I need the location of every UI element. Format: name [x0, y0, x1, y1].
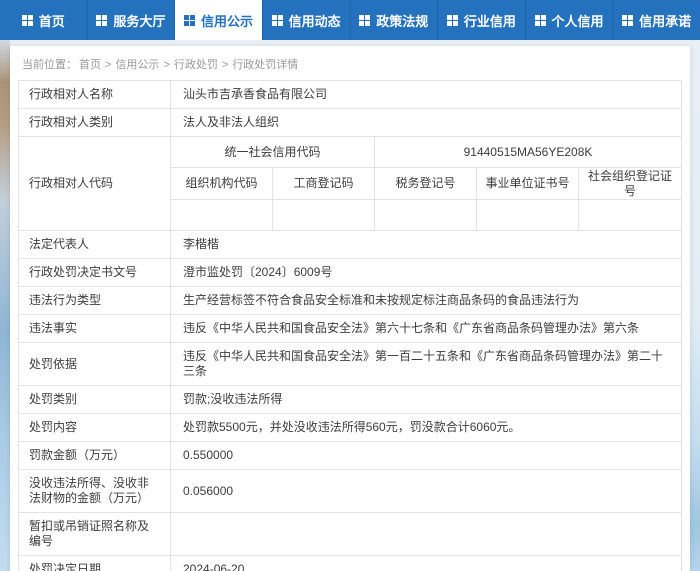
table-row: 暂扣或吊销证照名称及编号	[19, 513, 681, 556]
background-photo-strip	[0, 40, 10, 571]
nav-tab-label: 首页	[38, 13, 65, 29]
row-value: 生产经营标签不符合食品安全标准和未按规定标注商品条码的食品违法行为	[183, 293, 580, 307]
code-value-cell	[171, 199, 273, 230]
row-label: 没收违法所得、没收非法财物的金额（万元）	[19, 470, 171, 512]
row-value: 0.056000	[183, 483, 234, 498]
code-grid-row: 统一社会信用代码 91440515MA56YE208K	[171, 137, 681, 169]
content-panel: 当前位置： 首页 > 信用公示 > 行政处罚 > 行政处罚详情 行政相对人名称 汕头市吉承香食品…	[10, 46, 690, 571]
nav-tab-service-hall[interactable]: 服务大厅	[88, 0, 176, 40]
table-row: 行政处罚决定书文号 澄市监处罚〔2024〕6009号	[19, 259, 681, 287]
row-label: 行政相对人名称	[19, 81, 171, 108]
row-value: 法人及非法人组织	[183, 115, 280, 129]
table-row: 行政相对人类别 法人及非法人组织	[19, 109, 681, 137]
table-row-code: 行政相对人代码 统一社会信用代码 91440515MA56YE208K 组织机构代码工…	[19, 137, 681, 231]
nav-tab-label: 政策法规	[376, 13, 429, 29]
nav-tab-label: 服务大厅	[113, 13, 166, 29]
unified-code-value: 91440515MA56YE208K	[463, 144, 593, 159]
row-value: 李楷楷	[183, 237, 220, 251]
row-label: 违法行为类型	[19, 287, 171, 314]
nav-tab-label: 个人信用	[551, 13, 604, 29]
grid-icon	[96, 14, 107, 26]
nav-tab-industry-credit[interactable]: 行业信用	[438, 0, 526, 40]
row-label: 暂扣或吊销证照名称及编号	[19, 513, 171, 555]
table-row: 法定代表人 李楷楷	[19, 231, 681, 259]
code-value-cell	[477, 199, 579, 230]
grid-icon	[446, 14, 458, 26]
code-header-cell: 社会组织登记证号	[587, 168, 672, 198]
top-nav: 首页 服务大厅 信用公示 信用动态 政策法规 行业信用 个人信用 信用承诺	[0, 0, 700, 40]
breadcrumb-item[interactable]: 信用公示	[115, 59, 159, 71]
code-grid: 统一社会信用代码 91440515MA56YE208K 组织机构代码 工商登记码 税务登…	[171, 137, 681, 230]
table-row: 处罚依据 违反《中华人民共和国食品安全法》第一百二十五条和《广东省商品条码管理办法…	[19, 343, 681, 386]
row-value	[171, 513, 681, 555]
nav-tab-credit-commitment[interactable]: 信用承诺	[613, 0, 700, 40]
row-value: 违反《中华人民共和国食品安全法》第六十七条和《广东省商品条码管理办法》第六条	[183, 321, 640, 335]
code-header-cell: 组织机构代码	[171, 168, 273, 199]
breadcrumb-separator: >	[163, 59, 170, 71]
row-label: 行政相对人代码	[19, 137, 171, 230]
row-label: 处罚依据	[19, 343, 171, 385]
unified-code-label: 统一社会信用代码	[171, 137, 375, 168]
breadcrumb-item: 行政处罚详情	[232, 59, 299, 71]
row-label: 处罚决定日期	[19, 556, 171, 571]
breadcrumb-item[interactable]: 行政处罚	[174, 59, 218, 71]
row-value: 澄市监处罚〔2024〕6009号	[183, 265, 333, 279]
row-label: 违法事实	[19, 315, 171, 342]
row-value: 处罚款5500元，并处没收违法所得560元，罚没款合计6060元。	[183, 420, 521, 434]
grid-icon	[271, 14, 283, 26]
grid-icon	[534, 14, 546, 26]
code-header-cell: 工商登记码	[273, 168, 375, 199]
table-row: 处罚内容 处罚款5500元，并处没收违法所得560元，罚没款合计6060元。	[19, 414, 681, 442]
table-row: 违法行为类型 生产经营标签不符合食品安全标准和未按规定标注商品条码的食品违法行为	[19, 287, 681, 315]
grid-icon	[359, 14, 370, 26]
detail-table: 行政相对人名称 汕头市吉承香食品有限公司 行政相对人类别 法人及非法人组织 行政相对人代…	[18, 80, 682, 571]
breadcrumb-item[interactable]: 首页	[79, 59, 101, 71]
code-header-cell: 事业单位证书号	[477, 168, 579, 199]
row-label: 罚款金额（万元）	[19, 442, 171, 469]
breadcrumb-prefix: 当前位置：	[22, 59, 77, 71]
row-value: 0.550000	[183, 448, 234, 462]
row-label: 行政相对人类别	[19, 109, 171, 136]
nav-tab-policies[interactable]: 政策法规	[351, 0, 439, 40]
row-value: 罚款;没收违法所得	[183, 392, 283, 406]
row-label: 处罚内容	[19, 414, 171, 441]
breadcrumb: 当前位置： 首页 > 信用公示 > 行政处罚 > 行政处罚详情	[18, 51, 682, 80]
code-header-cell: 税务登记号	[375, 168, 477, 199]
nav-tab-label: 信用动态	[288, 13, 341, 29]
nav-tab-personal-credit[interactable]: 个人信用	[526, 0, 614, 40]
code-value-cell	[273, 199, 375, 230]
breadcrumb-items: 首页 > 信用公示 > 行政处罚 > 行政处罚详情	[77, 59, 300, 71]
breadcrumb-separator: >	[221, 59, 229, 71]
nav-tab-credit-publicity[interactable]: 信用公示	[175, 0, 263, 40]
grid-icon	[184, 14, 195, 26]
page: 首页 服务大厅 信用公示 信用动态 政策法规 行业信用 个人信用 信用承诺 当前位置： 首页 > 信…	[0, 0, 700, 571]
row-label: 法定代表人	[19, 231, 171, 258]
grid-icon	[622, 14, 633, 26]
nav-tab-home[interactable]: 首页	[0, 0, 88, 40]
nav-tab-label: 行业信用	[463, 13, 516, 29]
table-row: 行政相对人名称 汕头市吉承香食品有限公司	[19, 81, 681, 109]
code-value-cell	[375, 199, 477, 230]
row-label: 处罚类别	[19, 386, 171, 413]
code-grid-row	[171, 199, 681, 230]
nav-tab-label: 信用承诺	[639, 13, 692, 29]
grid-icon	[21, 14, 33, 26]
row-value: 2024-06-20	[183, 562, 245, 571]
row-label: 行政处罚决定书文号	[19, 259, 171, 286]
breadcrumb-separator: >	[105, 59, 112, 71]
table-row: 处罚决定日期 2024-06-20	[19, 556, 681, 571]
nav-tab-credit-news[interactable]: 信用动态	[263, 0, 351, 40]
nav-tab-label: 信用公示	[201, 13, 254, 29]
table-row: 处罚类别 罚款;没收违法所得	[19, 386, 681, 414]
code-grid-row: 组织机构代码 工商登记码 税务登记号 事业单位证书号 社会组织登记证号	[171, 168, 681, 200]
table-row: 违法事实 违反《中华人民共和国食品安全法》第六十七条和《广东省商品条码管理办法》第…	[19, 315, 681, 343]
table-row: 没收违法所得、没收非法财物的金额（万元） 0.056000	[19, 470, 681, 513]
row-value: 汕头市吉承香食品有限公司	[183, 87, 328, 101]
row-value: 违反《中华人民共和国食品安全法》第一百二十五条和《广东省商品条码管理办法》第二十…	[183, 349, 664, 378]
code-value-cell	[579, 200, 681, 230]
table-row: 罚款金额（万元） 0.550000	[19, 442, 681, 470]
